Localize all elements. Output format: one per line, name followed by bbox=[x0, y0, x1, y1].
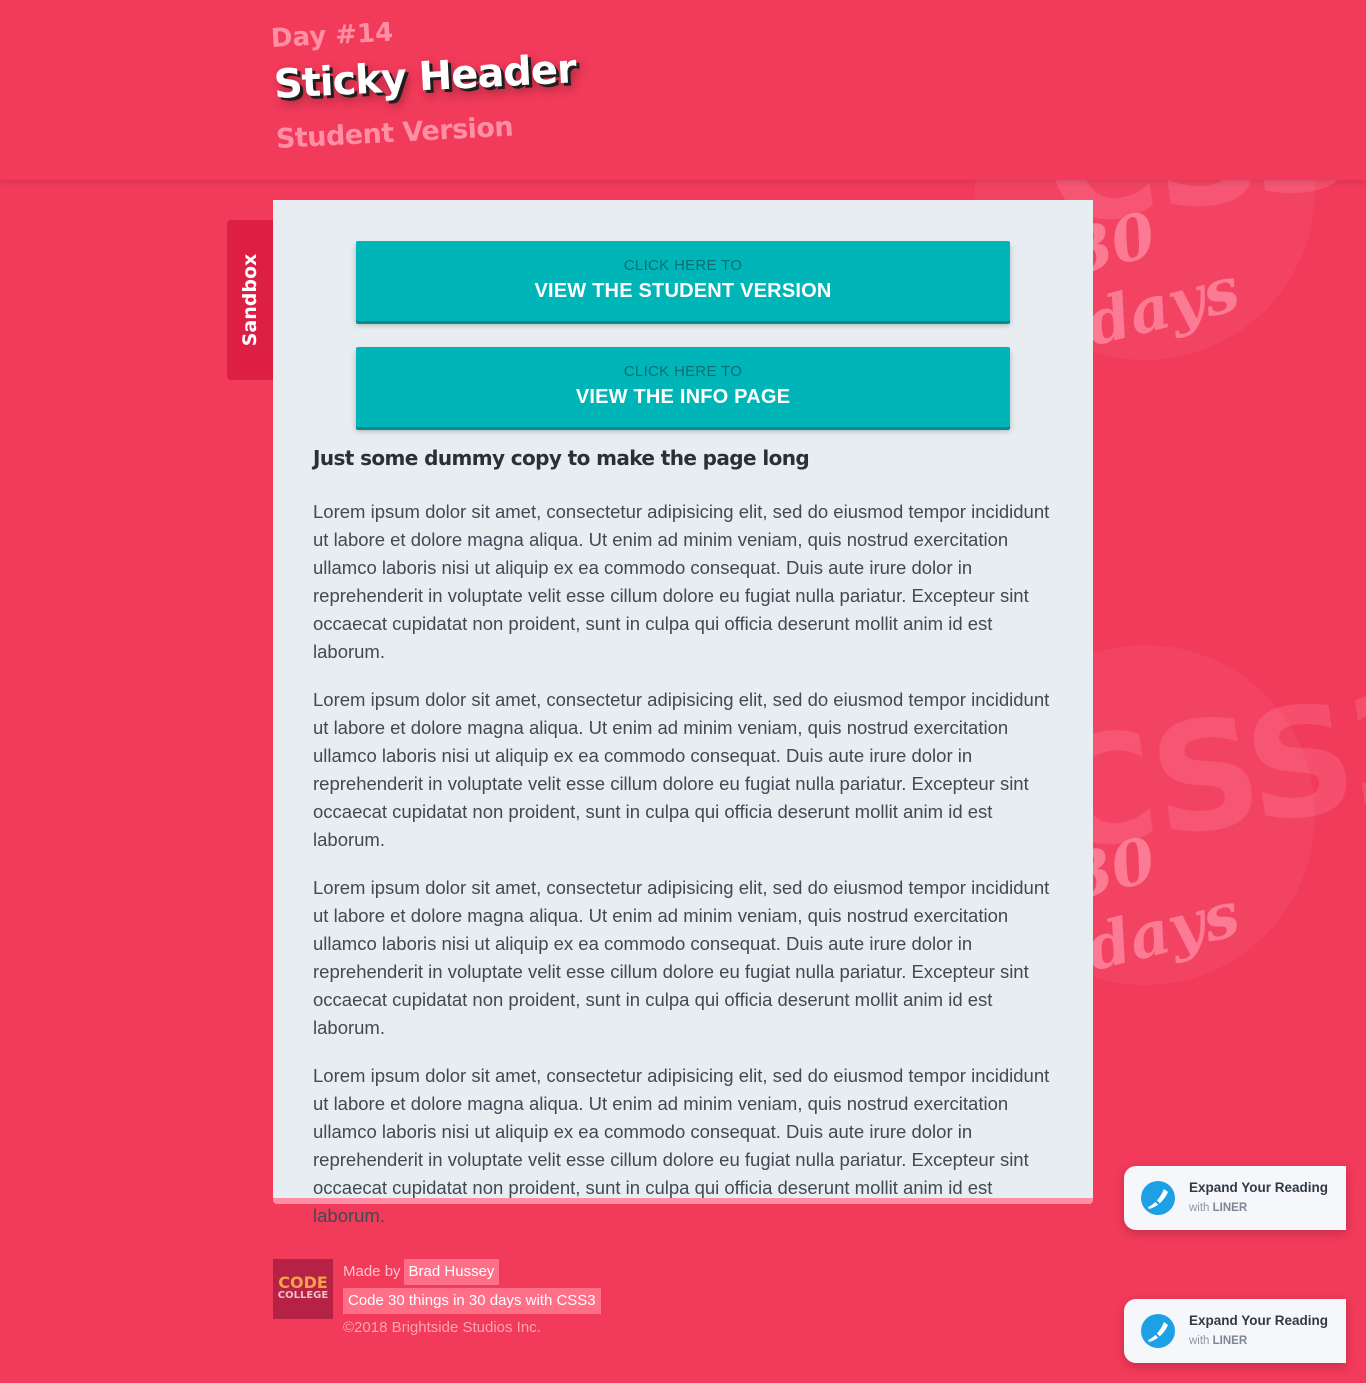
liner-brand: LINER bbox=[1212, 1335, 1248, 1347]
logo-text-code: CODE bbox=[278, 1273, 328, 1292]
liner-highlighter-icon bbox=[1141, 1181, 1175, 1215]
button-main-label: VIEW THE STUDENT VERSION bbox=[534, 280, 832, 302]
author-link[interactable]: Brad Hussey bbox=[403, 1259, 500, 1285]
view-student-version-button[interactable]: CLICK HERE TO VIEW THE STUDENT VERSION bbox=[356, 241, 1010, 321]
paragraph: Lorem ipsum dolor sit amet, consectetur … bbox=[313, 1065, 1050, 1226]
footer: CODE COLLEGE Made by Brad Hussey Code 30 … bbox=[273, 1259, 673, 1349]
paragraph: Lorem ipsum dolor sit amet, consectetur … bbox=[313, 689, 1050, 850]
liner-widget[interactable]: Expand Your Reading with LINER bbox=[1124, 1299, 1346, 1363]
made-by-line: Made by Brad Hussey bbox=[343, 1259, 500, 1285]
liner-with: with bbox=[1189, 1335, 1210, 1347]
paragraph: Lorem ipsum dolor sit amet, consectetur … bbox=[313, 501, 1050, 662]
liner-title: Expand Your Reading bbox=[1189, 1313, 1329, 1328]
day-label: Day #14 bbox=[270, 17, 394, 54]
liner-subtitle: with LINER bbox=[1189, 1202, 1247, 1214]
paragraph: Lorem ipsum dolor sit amet, consectetur … bbox=[313, 877, 1050, 1038]
copyright-text: ©2018 Brightside Studios Inc. bbox=[343, 1319, 541, 1336]
liner-highlighter-icon bbox=[1141, 1314, 1175, 1348]
sticky-header: Day #14 Sticky Header Student Version bbox=[0, 0, 1366, 180]
liner-widget[interactable]: Expand Your Reading with LINER bbox=[1124, 1166, 1346, 1230]
button-main-label: VIEW THE INFO PAGE bbox=[575, 386, 791, 408]
made-by-prefix: Made by bbox=[343, 1263, 401, 1280]
sandbox-tab-label: Sandbox bbox=[239, 253, 261, 347]
button-small-label: CLICK HERE TO bbox=[623, 363, 743, 380]
liner-brand: LINER bbox=[1212, 1202, 1248, 1214]
series-link[interactable]: Code 30 things in 30 days with CSS3 bbox=[343, 1288, 601, 1314]
button-small-label: CLICK HERE TO bbox=[623, 257, 743, 274]
sandbox-tab[interactable]: Sandbox bbox=[227, 220, 273, 380]
content-card: CLICK HERE TO VIEW THE STUDENT VERSION C… bbox=[273, 200, 1093, 1226]
page-subtitle: Student Version bbox=[275, 111, 514, 155]
content-heading: Just some dummy copy to make the page lo… bbox=[313, 446, 810, 470]
liner-title: Expand Your Reading bbox=[1189, 1180, 1329, 1195]
logo-text-college: COLLEGE bbox=[277, 1290, 329, 1301]
watermark-days-text: 30 days bbox=[1061, 197, 1247, 361]
view-info-page-button[interactable]: CLICK HERE TO VIEW THE INFO PAGE bbox=[356, 347, 1010, 427]
liner-with: with bbox=[1189, 1202, 1210, 1214]
body-copy: Lorem ipsum dolor sit amet, consectetur … bbox=[313, 498, 1058, 1250]
page-title: Sticky Header bbox=[272, 46, 577, 108]
liner-subtitle: with LINER bbox=[1189, 1335, 1247, 1347]
watermark-days-text: 30 days bbox=[1061, 822, 1247, 986]
code-college-logo[interactable]: CODE COLLEGE bbox=[273, 1259, 333, 1319]
